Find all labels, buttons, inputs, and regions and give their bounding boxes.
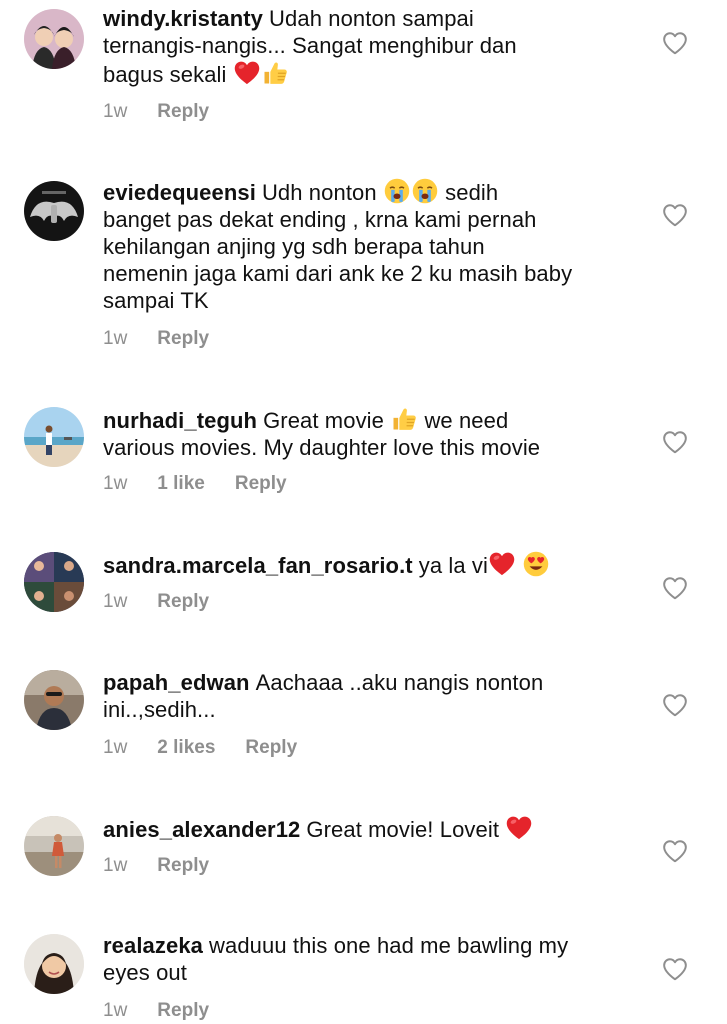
timestamp: 1w [103,737,128,758]
comment-meta: 1w Reply [103,327,239,351]
comment-meta: 1w 2 likes Reply [103,736,327,760]
comment-text: sandra.marcela_fan_rosario.t ya la vi [103,550,643,579]
comment-text: windy.kristanty Udah nonton sampai ternan… [103,5,643,88]
comment-line: ternangis-nangis... Sangat menghibur dan [103,33,517,58]
comment-line: Great movie! Loveit [306,817,500,842]
timestamp: 1w [103,328,128,349]
comment-line: Udh nonton [261,180,377,205]
like-heart-icon[interactable] [662,203,688,227]
like-heart-icon[interactable] [662,576,688,600]
comment-line: eyes out [103,960,187,985]
red-heart-emoji [233,59,261,87]
avatar[interactable] [24,552,84,612]
comment-line: bagus sekali [103,62,227,87]
timestamp: 1w [103,473,128,494]
thumbs-up-emoji [390,405,418,433]
username[interactable]: windy.kristanty [103,6,263,31]
timestamp: 1w [103,591,128,612]
heart-eyes-emoji [522,550,550,578]
comment-line: ini..,sedih... [103,697,216,722]
like-heart-icon[interactable] [662,430,688,454]
thumbs-up-emoji [261,59,289,87]
avatar[interactable] [24,407,84,467]
comment-text: papah_edwan Aachaaa ..aku nangis nonton i… [103,669,643,723]
timestamp: 1w [103,1000,128,1021]
comment-line: we need [424,408,509,433]
avatar[interactable] [24,9,84,69]
comment-meta: 1w Reply [103,100,239,124]
crying-face-emoji [383,177,411,205]
comment-line: sedih [445,180,499,205]
username[interactable]: realazeka [103,933,203,958]
avatar[interactable] [24,670,84,730]
comment-line: kehilangan anjing yg sdh berapa tahun [103,234,485,259]
reply-button[interactable]: Reply [245,737,297,758]
reply-button[interactable]: Reply [157,101,209,122]
comment-line: waduuu this one had me bawling my [209,933,569,958]
crying-face-emoji [411,177,439,205]
comment-text: nurhadi_teguh Great movie we need various… [103,405,643,461]
username[interactable]: sandra.marcela_fan_rosario.t [103,553,413,578]
red-heart-emoji [505,814,533,842]
likes-count[interactable]: 1 like [157,473,205,494]
reply-button[interactable]: Reply [157,1000,209,1021]
username[interactable]: anies_alexander12 [103,817,300,842]
comment-line: Aachaaa ..aku nangis nonton [255,670,544,695]
comment-meta: 1w 1 like Reply [103,472,317,496]
comment-line: nemenin jaga kami dari ank ke 2 ku masih… [103,261,573,286]
username[interactable]: nurhadi_teguh [103,408,257,433]
comment-line: banget pas dekat ending , krna kami pern… [103,207,537,232]
comment-text: realazeka waduuu this one had me bawling … [103,932,643,986]
reply-button[interactable]: Reply [157,855,209,876]
comment-line: Great movie [263,408,384,433]
username[interactable]: eviedequeensi [103,180,256,205]
comment-line: ya la vi [418,553,489,578]
red-heart-emoji [488,550,516,578]
comment-meta: 1w Reply [103,854,239,878]
timestamp: 1w [103,855,128,876]
username[interactable]: papah_edwan [103,670,250,695]
likes-count[interactable]: 2 likes [157,737,215,758]
comment-line: various movies. My daughter love this mo… [103,435,541,460]
like-heart-icon[interactable] [662,957,688,981]
avatar[interactable] [24,816,84,876]
reply-button[interactable]: Reply [157,328,209,349]
reply-button[interactable]: Reply [157,591,209,612]
comment-line: Udah nonton sampai [269,6,474,31]
avatar[interactable] [24,934,84,994]
reply-button[interactable]: Reply [235,473,287,494]
comment-text: anies_alexander12 Great movie! Loveit [103,814,643,843]
avatar[interactable] [24,181,84,241]
like-heart-icon[interactable] [662,839,688,863]
comment-line: sampai TK [103,288,209,313]
comment-text: eviedequeensi Udh nonton sedih banget pas… [103,177,643,314]
like-heart-icon[interactable] [662,31,688,55]
timestamp: 1w [103,101,128,122]
like-heart-icon[interactable] [662,693,688,717]
comment-meta: 1w Reply [103,999,239,1023]
comment-meta: 1w Reply [103,590,239,614]
